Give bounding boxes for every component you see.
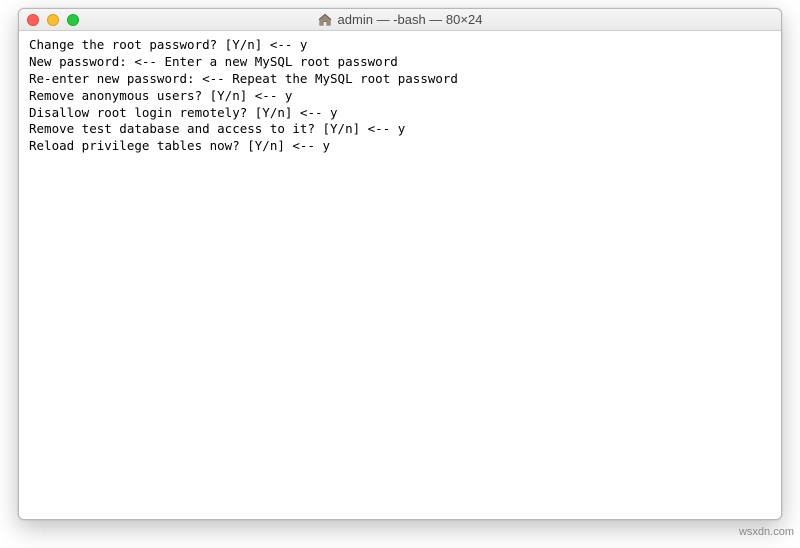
home-icon (318, 13, 332, 27)
terminal-line: Remove test database and access to it? [… (29, 121, 771, 138)
minimize-button[interactable] (47, 14, 59, 26)
terminal-line: New password: <-- Enter a new MySQL root… (29, 54, 771, 71)
watermark: wsxdn.com (739, 526, 794, 538)
terminal-line: Reload privilege tables now? [Y/n] <-- y (29, 138, 771, 155)
terminal-window: admin — -bash — 80×24 Change the root pa… (18, 8, 782, 520)
title-bar[interactable]: admin — -bash — 80×24 (19, 9, 781, 31)
window-title: admin — -bash — 80×24 (338, 12, 483, 27)
title-wrap: admin — -bash — 80×24 (19, 9, 781, 31)
terminal-body[interactable]: Change the root password? [Y/n] <-- y Ne… (19, 31, 781, 519)
maximize-button[interactable] (67, 14, 79, 26)
terminal-line: Disallow root login remotely? [Y/n] <-- … (29, 105, 771, 122)
terminal-line: Remove anonymous users? [Y/n] <-- y (29, 88, 771, 105)
terminal-line: Re-enter new password: <-- Repeat the My… (29, 71, 771, 88)
terminal-line: Change the root password? [Y/n] <-- y (29, 37, 771, 54)
close-button[interactable] (27, 14, 39, 26)
traffic-lights (27, 14, 79, 26)
